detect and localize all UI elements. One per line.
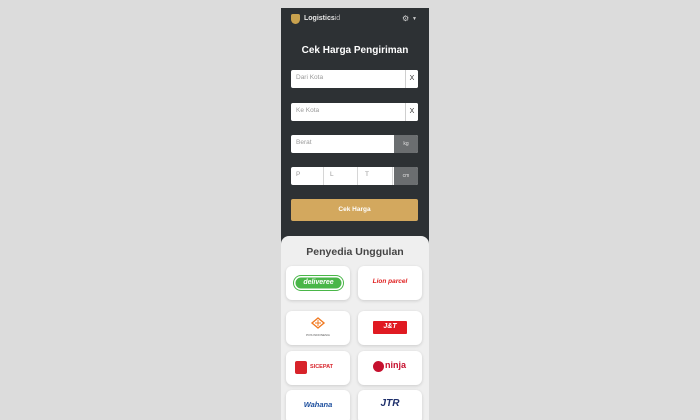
mobile-viewport: Logisticsid ⚙ ▼ Cek Harga Pengiriman Dar… [281,8,429,420]
provider-card-pos-indonesia[interactable]: POS INDONESIA [286,311,350,345]
provider-card-lion-parcel[interactable]: Lion parcel [358,266,422,300]
wahana-logo: Wahana [303,400,333,409]
pos-indonesia-logo-text: POS INDONESIA [306,333,330,337]
weight-placeholder: Berat [296,139,312,146]
weight-unit-label: kg [394,135,418,153]
provider-card-wahana[interactable]: Wahana [286,390,350,420]
provider-card-jtr[interactable]: JTR [358,390,422,420]
ninja-mark-icon [373,361,384,372]
shield-logo-icon [291,14,300,24]
deliveree-logo: deliveree [294,276,343,290]
lion-parcel-logo: Lion parcel [372,278,408,285]
from-city-input[interactable]: Dari Kota X [291,70,418,88]
to-city-input[interactable]: Ke Kota X [291,103,418,121]
chevron-down-icon[interactable]: ▼ [412,15,417,23]
clear-to-button[interactable]: X [405,103,418,121]
sicepat-mark-icon [295,361,307,374]
height-input[interactable]: T [360,167,393,185]
width-input[interactable]: L [325,167,358,185]
from-city-placeholder: Dari Kota [296,74,324,81]
provider-card-deliveree[interactable]: deliveree [286,266,350,300]
check-price-button[interactable]: Cek Harga [291,199,418,221]
weight-input[interactable]: Berat kg [291,135,418,153]
pos-indonesia-emblem-icon [310,316,326,330]
top-bar: Logisticsid ⚙ ▼ [281,8,429,30]
form-title: Cek Harga Pengiriman [301,45,409,56]
providers-title: Penyedia Unggulan [306,246,404,258]
jtr-logo: JTR [380,398,400,409]
provider-card-ninja[interactable]: ninja [358,351,422,385]
ninja-logo-text: ninja [385,360,407,370]
brand-name[interactable]: Logisticsid [304,15,340,22]
to-city-placeholder: Ke Kota [296,107,320,114]
dimensions-input-group: P L T cm [291,167,418,185]
clear-from-button[interactable]: X [405,70,418,88]
provider-card-jnt[interactable]: J&T [358,311,422,345]
provider-card-sicepat[interactable]: SICEPAT [286,351,350,385]
dimension-unit-label: cm [394,167,418,185]
sicepat-logo-text: SICEPAT [310,364,334,370]
gear-icon[interactable]: ⚙ [402,14,409,24]
length-input[interactable]: P [291,167,324,185]
jnt-logo: J&T [373,321,407,334]
